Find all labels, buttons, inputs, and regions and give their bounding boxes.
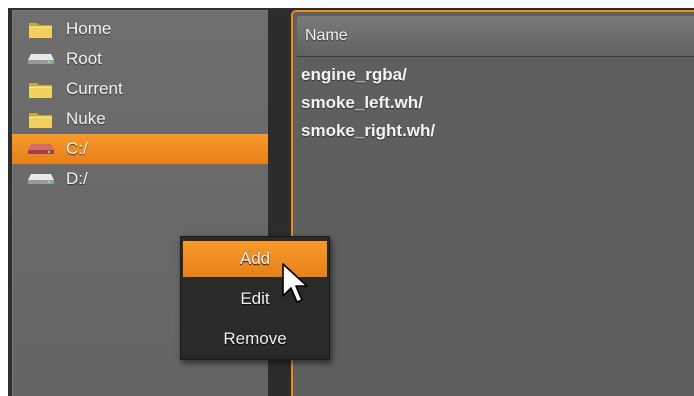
folder-icon bbox=[26, 79, 56, 99]
drive-icon bbox=[26, 139, 56, 159]
sidebar-item-label: Nuke bbox=[66, 109, 106, 128]
menu-item-label: Remove bbox=[223, 329, 287, 348]
name-column-header[interactable]: Name bbox=[297, 16, 694, 57]
sidebar-item-d-drive[interactable]: D:/ bbox=[12, 164, 268, 194]
file-name: smoke_right.wh/ bbox=[301, 121, 436, 140]
sidebar-item-label: Current bbox=[66, 79, 123, 98]
menu-item-label: Add bbox=[239, 249, 271, 268]
file-name: engine_rgba/ bbox=[301, 65, 407, 84]
drive-icon bbox=[26, 169, 56, 189]
sidebar-item-current[interactable]: Current bbox=[12, 74, 268, 104]
menu-item-remove[interactable]: Remove bbox=[183, 321, 327, 357]
sidebar-item-label: Home bbox=[66, 19, 112, 38]
file-name: smoke_left.wh/ bbox=[301, 93, 423, 112]
file-row[interactable]: smoke_left.wh/ bbox=[301, 88, 423, 118]
column-header-label: Name bbox=[305, 27, 348, 44]
file-row[interactable]: smoke_right.wh/ bbox=[301, 116, 435, 146]
mouse-cursor-icon bbox=[282, 263, 308, 303]
sidebar-item-nuke[interactable]: Nuke bbox=[12, 104, 268, 134]
folder-icon bbox=[26, 109, 56, 129]
file-list-panel: Name engine_rgba/ smoke_left.wh/ smoke_r… bbox=[291, 10, 694, 396]
menu-item-label: Edit bbox=[240, 289, 270, 308]
sidebar-item-label: C:/ bbox=[66, 139, 88, 158]
sidebar-item-label: Root bbox=[66, 49, 102, 68]
sidebar-item-c-drive[interactable]: C:/ bbox=[12, 134, 268, 164]
folder-icon bbox=[26, 19, 56, 39]
sidebar-item-label: D:/ bbox=[66, 169, 88, 188]
sidebar-item-home[interactable]: Home bbox=[12, 14, 268, 44]
file-row[interactable]: engine_rgba/ bbox=[301, 60, 407, 90]
drive-icon bbox=[26, 49, 56, 69]
sidebar-item-root[interactable]: Root bbox=[12, 44, 268, 74]
